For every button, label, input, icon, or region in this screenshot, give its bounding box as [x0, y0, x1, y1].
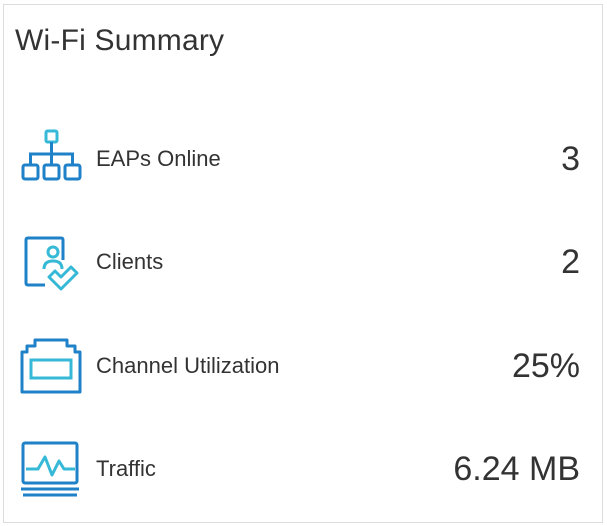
metric-value: 2	[561, 243, 580, 281]
metric-label: Channel Utilization	[96, 353, 280, 378]
metric-value: 3	[561, 140, 580, 178]
channel-utilization-icon	[19, 334, 83, 398]
metric-label: Traffic	[96, 456, 156, 481]
metric-label: EAPs Online	[96, 146, 221, 171]
metric-label: Clients	[96, 249, 164, 274]
metric-value: 25%	[511, 347, 580, 385]
metric-traffic: Traffic 6.24 MB	[4, 437, 602, 507]
network-topology-icon	[19, 127, 83, 191]
traffic-monitor-icon	[19, 437, 83, 501]
metric-value: 6.24 MB	[453, 450, 580, 488]
wifi-summary-card: Wi-Fi Summary EAPs Online 3 Clients 2 Ch…	[3, 4, 603, 523]
metric-eaps-online: EAPs Online 3	[4, 127, 602, 197]
metric-channel-utilization: Channel Utilization 25%	[4, 334, 602, 404]
metric-clients: Clients 2	[4, 230, 602, 300]
client-device-icon	[19, 230, 83, 294]
card-title: Wi-Fi Summary	[15, 24, 225, 57]
